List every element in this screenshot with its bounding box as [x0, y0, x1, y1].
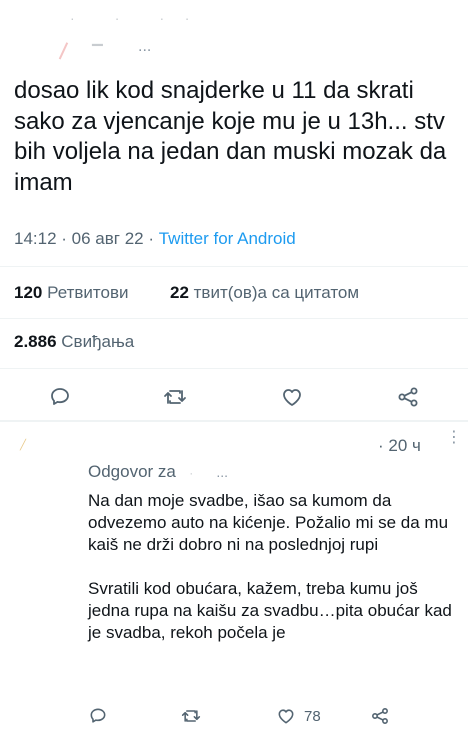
divider — [0, 318, 468, 319]
reply-paragraph: Svratili kod obućara, kažem, treba kumu … — [88, 579, 452, 642]
likes-label: Свиђања — [56, 332, 135, 351]
tweet-time: 14:12 · 06 авг 22 · — [14, 229, 159, 248]
tweet-source-link[interactable]: Twitter for Android — [159, 229, 296, 248]
author-handle-blurred[interactable]: ▔ — [92, 44, 103, 61]
reply-time: · 20 ч — [378, 436, 421, 455]
reply-more-icon[interactable]: ⋮ — [446, 430, 462, 446]
reply-like-count: 78 — [304, 708, 321, 725]
share-icon[interactable] — [370, 706, 390, 726]
share-icon[interactable] — [396, 385, 420, 409]
like-icon[interactable] — [276, 706, 296, 726]
reply-to-label: Odgovor za — [88, 462, 176, 481]
retweet-icon[interactable] — [162, 385, 188, 409]
retweets-stat[interactable]: 120 Ретвитови — [14, 283, 128, 303]
quotes-stat[interactable]: 22 твит(ов)а са цитатом — [170, 283, 359, 303]
tweet-meta: 14:12 · 06 авг 22 · Twitter for Android — [14, 229, 296, 249]
tweet-text: dosao lik kod snajderke u 11 da skrati s… — [14, 77, 447, 196]
author-name-blurred[interactable]: · · · · — [70, 10, 190, 28]
reply-icon[interactable] — [88, 706, 108, 726]
quotes-label: твит(ов)а са цитатом — [188, 283, 360, 302]
likes-stat[interactable]: 2.886 Свиђања — [14, 332, 134, 352]
divider — [0, 368, 468, 369]
retweets-label: Ретвитови — [42, 283, 129, 302]
avatar-fragment[interactable] — [58, 42, 78, 64]
like-icon[interactable] — [280, 385, 304, 409]
divider — [0, 266, 468, 267]
reply-to-dots: ... — [216, 464, 229, 480]
retweet-icon[interactable] — [180, 706, 202, 726]
reply-avatar-fragment[interactable]: ╱ — [20, 440, 26, 451]
reply-icon[interactable] — [48, 385, 72, 409]
more-dots[interactable]: ... — [138, 38, 151, 56]
likes-count: 2.886 — [14, 332, 57, 351]
reply-paragraph: Na dan moje svadbe, išao sa kumom da odv… — [88, 491, 449, 554]
quotes-count: 22 — [170, 283, 189, 302]
reply-to-line: Odgovor za · ... — [88, 462, 229, 481]
retweets-count: 120 — [14, 283, 43, 302]
reply-text: Na dan moje svadbe, išao sa kumom da odv… — [88, 490, 460, 666]
divider — [0, 420, 468, 422]
